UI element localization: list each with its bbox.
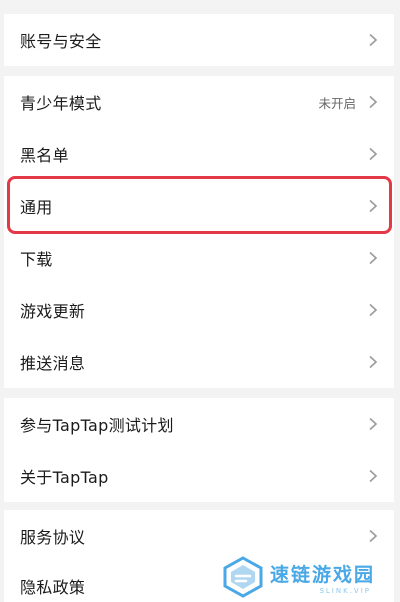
settings-item-account-security[interactable]: 账号与安全	[4, 14, 394, 66]
chevron-right-icon	[366, 417, 380, 431]
chevron-right-icon	[366, 355, 380, 369]
settings-item-teen-mode[interactable]: 青少年模式 未开启	[4, 76, 394, 128]
settings-item-label: 参与TapTap测试计划	[20, 416, 174, 435]
chevron-right-icon	[366, 33, 380, 47]
settings-item-push-notifications[interactable]: 推送消息	[4, 336, 394, 388]
chevron-right-icon	[366, 303, 380, 317]
settings-item-test-program[interactable]: 参与TapTap测试计划	[4, 398, 394, 450]
chevron-right-icon	[366, 529, 380, 543]
settings-item-label: 账号与安全	[20, 32, 102, 51]
watermark-logo-icon	[222, 556, 264, 598]
chevron-right-icon	[366, 95, 380, 109]
settings-item-label: 通用	[20, 198, 53, 217]
settings-item-general[interactable]: 通用	[4, 180, 394, 232]
settings-item-label: 服务协议	[20, 528, 86, 547]
settings-item-status: 未开启	[318, 95, 356, 111]
watermark: 速链游戏园 SLINK.VIP	[222, 552, 400, 602]
settings-item-about[interactable]: 关于TapTap	[4, 450, 394, 502]
settings-group-general: 青少年模式 未开启 黑名单 通用 下载 游戏更新 推送消息	[4, 76, 394, 388]
chevron-right-icon	[366, 251, 380, 265]
settings-item-label: 游戏更新	[20, 302, 86, 321]
chevron-right-icon	[366, 199, 380, 213]
settings-item-label: 黑名单	[20, 146, 69, 165]
chevron-right-icon	[366, 469, 380, 483]
settings-group-about: 参与TapTap测试计划 关于TapTap	[4, 398, 394, 502]
settings-item-game-update[interactable]: 游戏更新	[4, 284, 394, 336]
watermark-subtitle: SLINK.VIP	[319, 586, 372, 595]
settings-item-label: 推送消息	[20, 354, 86, 373]
settings-item-label: 青少年模式	[20, 94, 102, 113]
settings-item-label: 关于TapTap	[20, 468, 109, 487]
settings-item-blacklist[interactable]: 黑名单	[4, 128, 394, 180]
settings-item-download[interactable]: 下载	[4, 232, 394, 284]
settings-screen: 账号与安全 青少年模式 未开启 黑名单 通用 下载 游戏更新 推送消息 参与Ta…	[0, 0, 400, 602]
chevron-right-icon	[366, 147, 380, 161]
watermark-title: 速链游戏园	[270, 563, 376, 586]
watermark-text: 速链游戏园 SLINK.VIP	[270, 560, 375, 595]
settings-item-label: 下载	[20, 250, 53, 269]
settings-group-account: 账号与安全	[4, 14, 394, 66]
